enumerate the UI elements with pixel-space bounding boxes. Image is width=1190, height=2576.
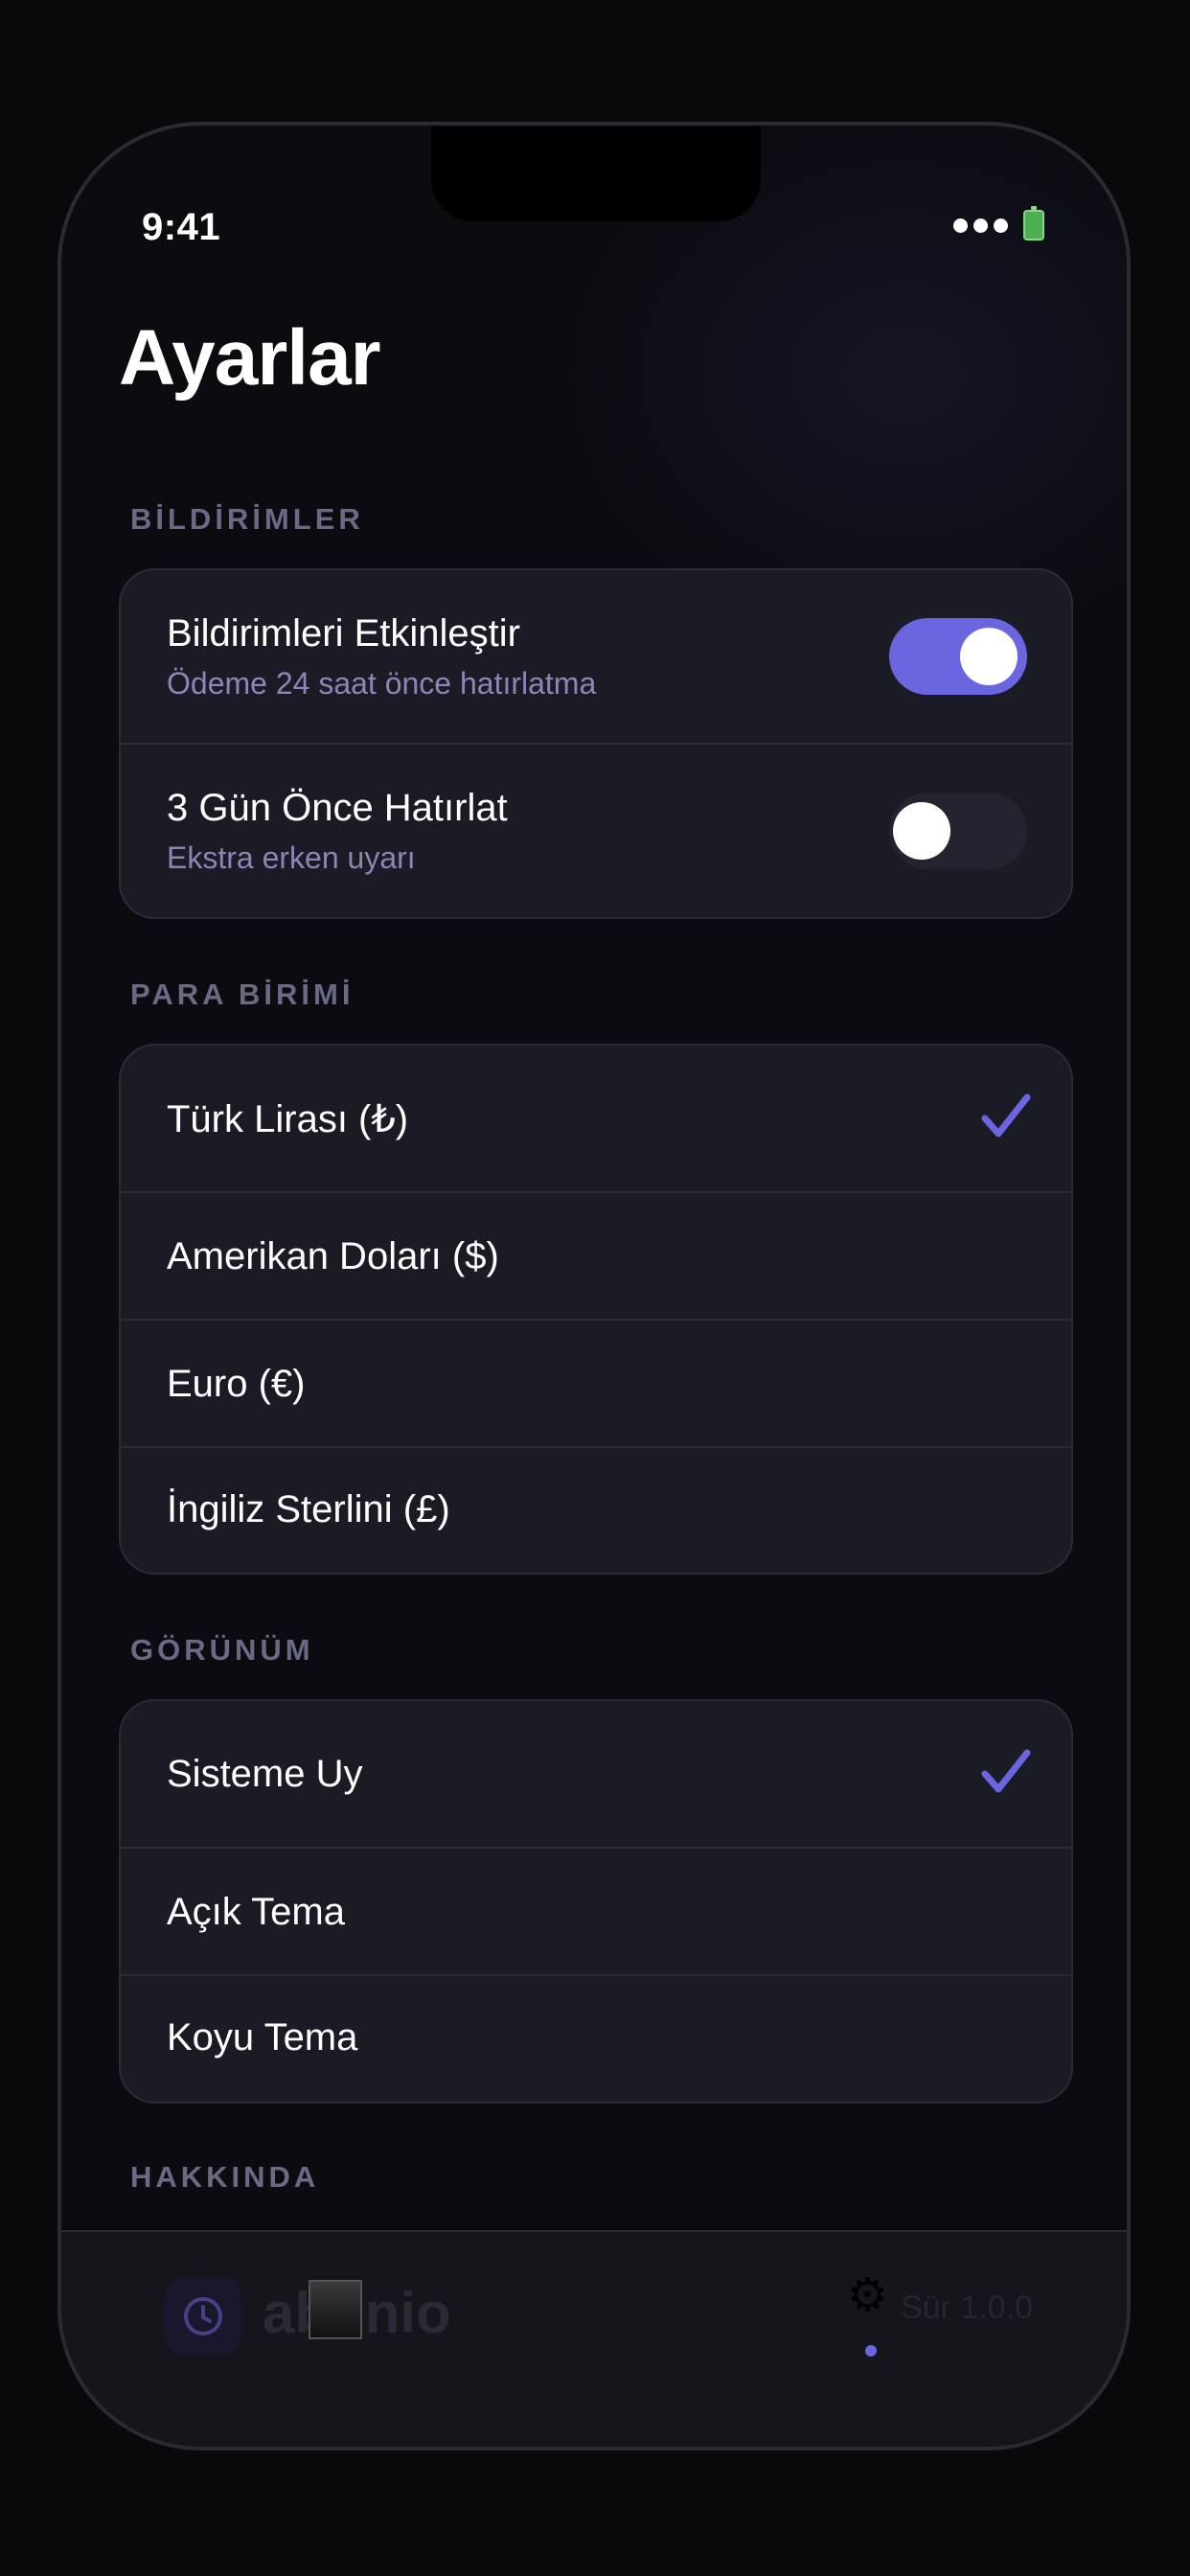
section-label-currency: PARA BİRİMİ	[130, 978, 355, 1011]
section-label-appearance: GÖRÜNÜM	[130, 1633, 314, 1667]
app-version: Sür 1.0.0	[901, 2289, 1033, 2326]
section-label-notifications: BİLDİRİMLER	[130, 502, 364, 536]
currency-option-usd[interactable]: Amerikan Doları ($)	[121, 1193, 1071, 1321]
status-time: 9:41	[142, 206, 221, 248]
toggle-knob	[960, 628, 1018, 685]
row-subtitle: Ekstra erken uyarı	[167, 840, 416, 875]
option-label: Amerikan Doları ($)	[167, 1235, 499, 1277]
currency-option-try[interactable]: Türk Lirası (₺)	[121, 1046, 1071, 1193]
check-icon	[981, 1749, 1031, 1793]
enable-notifications-toggle[interactable]	[889, 618, 1027, 695]
option-label: Sisteme Uy	[167, 1753, 363, 1795]
theme-option-dark[interactable]: Koyu Tema	[121, 1976, 1071, 2102]
option-label: Euro (€)	[167, 1363, 306, 1405]
currency-card: Türk Lirası (₺) Amerikan Doları ($) Euro…	[119, 1044, 1073, 1575]
currency-option-gbp[interactable]: İngiliz Sterlini (£)	[121, 1448, 1071, 1573]
tab-bar: abonio ⚙ Sür 1.0.0	[61, 2230, 1127, 2447]
toggle-knob	[893, 802, 950, 860]
clock-icon	[165, 2278, 241, 2355]
option-label: Açık Tema	[167, 1891, 345, 1933]
gear-icon[interactable]: ⚙	[847, 2268, 888, 2322]
row-title: Bildirimleri Etkinleştir	[167, 612, 520, 655]
appearance-card: Sisteme Uy Açık Tema Koyu Tema	[119, 1699, 1073, 2104]
active-tab-indicator	[865, 2345, 877, 2357]
notification-row-enable[interactable]: Bildirimleri Etkinleştir Ödeme 24 saat ö…	[121, 570, 1071, 745]
option-label: Koyu Tema	[167, 2016, 358, 2058]
app-name-overlay	[309, 2280, 362, 2339]
row-subtitle: Ödeme 24 saat önce hatırlatma	[167, 666, 597, 701]
theme-option-light[interactable]: Açık Tema	[121, 1849, 1071, 1976]
option-label: Türk Lirası (₺)	[167, 1098, 409, 1140]
notification-row-3days[interactable]: 3 Gün Önce Hatırlat Ekstra erken uyarı	[121, 745, 1071, 917]
battery-icon	[1023, 206, 1044, 241]
row-title: 3 Gün Önce Hatırlat	[167, 787, 508, 829]
clock-icon-glyph	[184, 2297, 222, 2335]
status-indicators	[953, 206, 1044, 241]
notch	[431, 126, 761, 221]
three-days-reminder-toggle[interactable]	[889, 793, 1027, 869]
currency-option-eur[interactable]: Euro (€)	[121, 1321, 1071, 1448]
notifications-card: Bildirimleri Etkinleştir Ödeme 24 saat ö…	[119, 568, 1073, 919]
section-label-about: HAKKINDA	[130, 2160, 320, 2194]
signal-dots-icon	[953, 218, 1008, 233]
phone-frame: 9:41 Ayarlar BİLDİRİMLER Bildirimleri Et…	[57, 122, 1131, 2450]
check-icon	[981, 1093, 1031, 1138]
option-label: İngiliz Sterlini (£)	[167, 1488, 450, 1530]
theme-option-system[interactable]: Sisteme Uy	[121, 1701, 1071, 1849]
page-title: Ayarlar	[119, 314, 381, 402]
